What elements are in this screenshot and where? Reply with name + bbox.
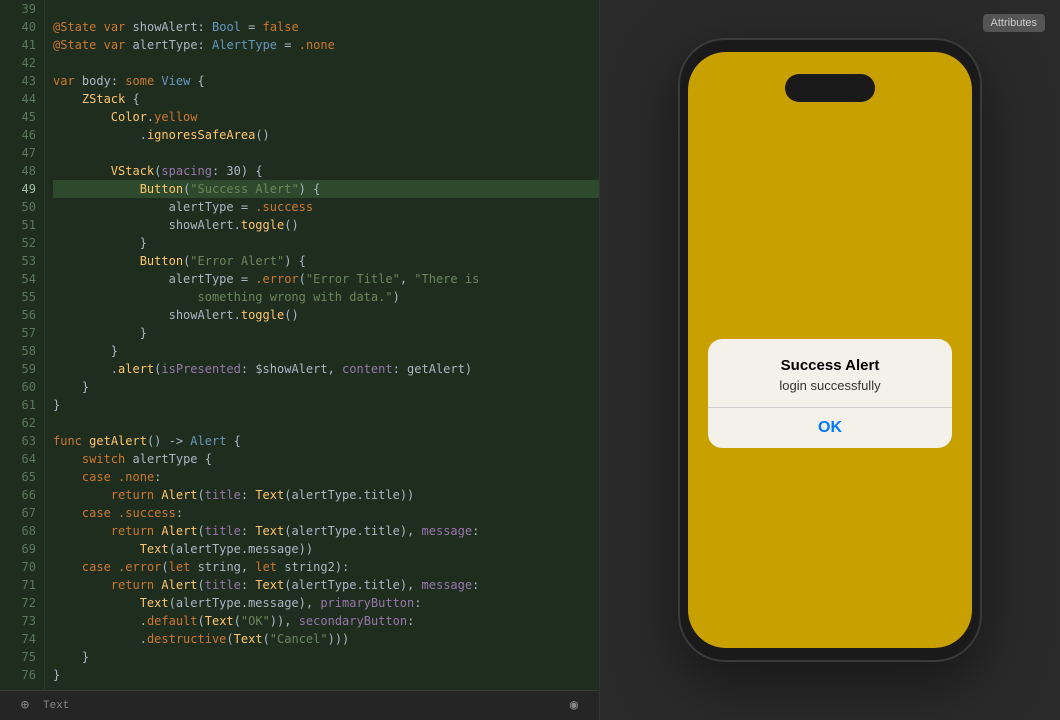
code-line: case .none: <box>53 468 599 486</box>
alert-message: login successfully <box>724 378 936 393</box>
code-line: alertType = .error("Error Title", "There… <box>53 270 599 288</box>
alert-ok-button[interactable]: OK <box>708 408 952 448</box>
code-line: @State var alertType: AlertType = .none <box>53 36 599 54</box>
code-line: Text(alertType.message)) <box>53 540 599 558</box>
code-line <box>53 54 599 72</box>
code-line: ZStack { <box>53 90 599 108</box>
attributes-button[interactable]: Attributes <box>983 14 1045 32</box>
phone-screen: Success Alert login successfully OK <box>688 52 972 648</box>
code-line <box>53 414 599 432</box>
code-line: something wrong with data.") <box>53 288 599 306</box>
code-line: alertType = .success <box>53 198 599 216</box>
code-line: Button("Error Alert") { <box>53 252 599 270</box>
code-line: case .error(let string, let string2): <box>53 558 599 576</box>
code-line: @State var showAlert: Bool = false <box>53 18 599 36</box>
code-line: } <box>53 378 599 396</box>
code-editor: 39 40 41 42 43 44 45 46 47 48 49 50 51 5… <box>0 0 600 720</box>
code-line <box>53 0 599 18</box>
code-line: } <box>53 666 599 684</box>
code-line: } <box>53 342 599 360</box>
code-content: @State var showAlert: Bool = false @Stat… <box>45 0 599 720</box>
code-line: .alert(isPresented: $showAlert, content:… <box>53 360 599 378</box>
code-line: } <box>53 324 599 342</box>
code-line <box>53 144 599 162</box>
preview-panel: Attributes Success Alert login successfu… <box>600 0 1060 720</box>
code-line: showAlert.toggle() <box>53 306 599 324</box>
dynamic-island <box>785 74 875 102</box>
editor-bottom-bar: ⊕ Text ◉ <box>0 690 599 720</box>
alert-content: Success Alert login successfully <box>708 339 952 393</box>
code-line: Text(alertType.message), primaryButton: <box>53 594 599 612</box>
code-line: Button("Success Alert") { <box>53 180 599 198</box>
phone-mockup: Success Alert login successfully OK <box>680 40 980 660</box>
bottom-text-label: Text <box>43 700 69 712</box>
code-line: } <box>53 396 599 414</box>
alert-dialog: Success Alert login successfully OK <box>708 339 952 448</box>
code-line: } <box>53 234 599 252</box>
code-line: switch alertType { <box>53 450 599 468</box>
code-line: .default(Text("OK")), secondaryButton: <box>53 612 599 630</box>
line-numbers: 39 40 41 42 43 44 45 46 47 48 49 50 51 5… <box>0 0 45 720</box>
code-line: .destructive(Text("Cancel"))) <box>53 630 599 648</box>
code-line: return Alert(title: Text(alertType.title… <box>53 522 599 540</box>
code-line: case .success: <box>53 504 599 522</box>
code-line: Color.yellow <box>53 108 599 126</box>
bottom-icon-left[interactable]: ⊕ <box>15 696 35 716</box>
bottom-icon-right[interactable]: ◉ <box>564 696 584 716</box>
code-line: return Alert(title: Text(alertType.title… <box>53 486 599 504</box>
preview-toolbar: Attributes <box>600 10 1060 40</box>
alert-title: Success Alert <box>724 357 936 374</box>
code-line: VStack(spacing: 30) { <box>53 162 599 180</box>
code-line: func getAlert() -> Alert { <box>53 432 599 450</box>
code-line: var body: some View { <box>53 72 599 90</box>
code-line: return Alert(title: Text(alertType.title… <box>53 576 599 594</box>
code-line: } <box>53 648 599 666</box>
code-line: showAlert.toggle() <box>53 216 599 234</box>
code-line: .ignoresSafeArea() <box>53 126 599 144</box>
